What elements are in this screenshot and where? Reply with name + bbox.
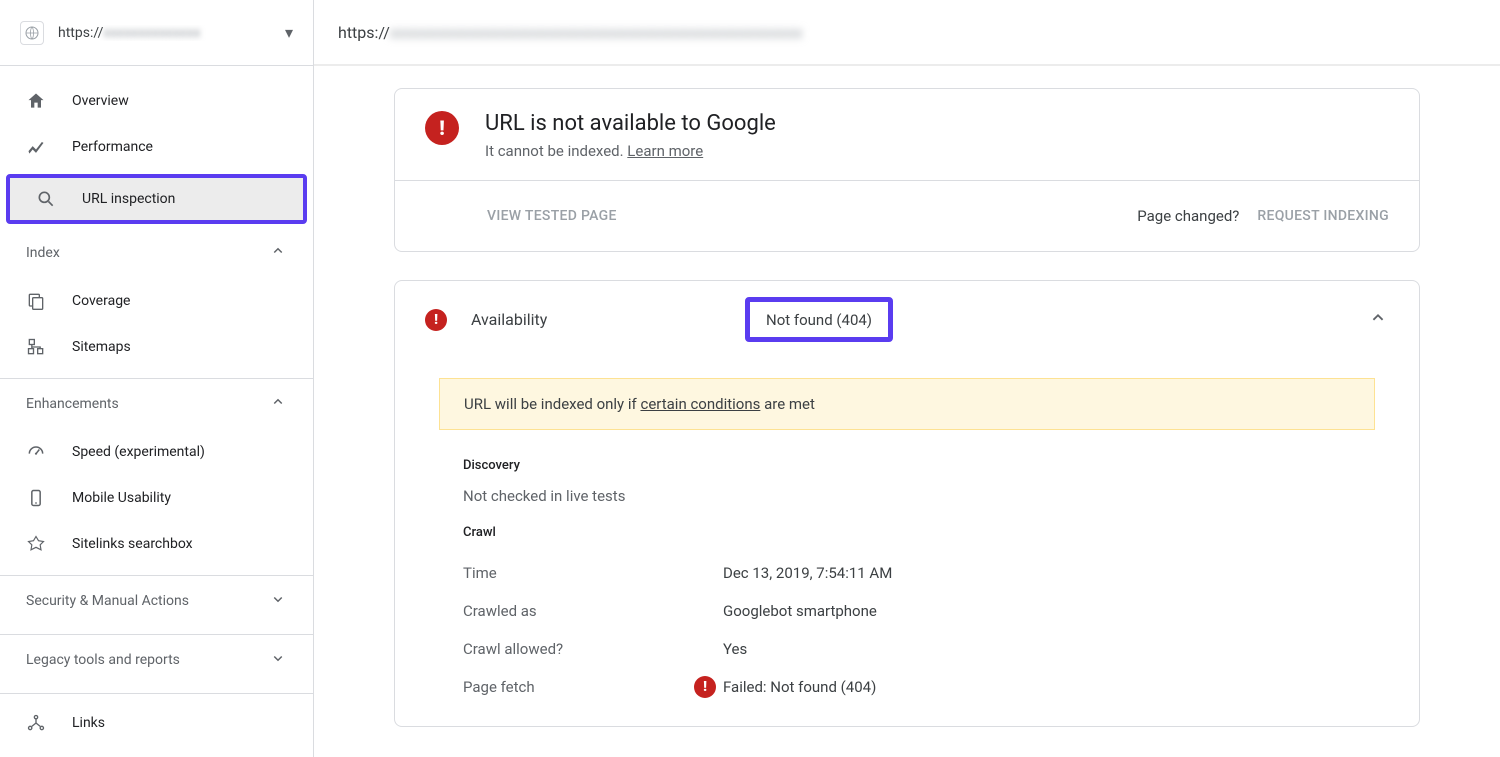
sidebar-section-legacy[interactable]: Legacy tools and reports: [0, 635, 313, 685]
indexing-notice: URL will be indexed only if certain cond…: [439, 378, 1375, 430]
property-selector[interactable]: https://xxxxxxxxxxxxxx ▾: [0, 0, 313, 66]
sidebar-item-coverage[interactable]: Coverage: [0, 278, 313, 324]
discovery-value: Not checked in live tests: [463, 487, 1375, 505]
availability-card: ! Availability Not found (404) URL will …: [394, 280, 1420, 727]
sidebar-label: Sitelinks searchbox: [72, 536, 193, 552]
sidebar-section-index[interactable]: Index: [0, 228, 313, 278]
sidebar-item-url-inspection[interactable]: URL inspection: [10, 178, 303, 220]
status-title: URL is not available to Google: [485, 111, 776, 136]
chevron-up-icon: [269, 393, 287, 415]
section-label: Enhancements: [26, 396, 119, 412]
learn-more-link[interactable]: Learn more: [627, 142, 703, 160]
main-content: https://xxxxxxxxxxxxxxxxxxxxxxxxxxxxxxxx…: [314, 0, 1500, 757]
availability-label: Availability: [471, 310, 721, 329]
url-input[interactable]: https://xxxxxxxxxxxxxxxxxxxxxxxxxxxxxxxx…: [314, 0, 1500, 66]
sidebar-item-links[interactable]: Links: [0, 700, 313, 746]
chevron-up-icon: [1367, 307, 1389, 333]
chevron-down-icon: [269, 590, 287, 612]
sidebar-label: Coverage: [72, 293, 130, 309]
sidebar-label: Sitemaps: [72, 339, 131, 355]
error-icon: !: [694, 676, 716, 698]
sidebar-label: Overview: [72, 93, 129, 109]
sidebar-label: Mobile Usability: [72, 490, 171, 506]
crawl-row-time: Time Dec 13, 2019, 7:54:11 AM: [463, 554, 1375, 592]
error-icon: !: [425, 111, 459, 145]
availability-header[interactable]: ! Availability Not found (404): [395, 281, 1419, 358]
section-label: Index: [26, 245, 60, 261]
highlight-availability-value: Not found (404): [745, 297, 893, 342]
sidebar-section-enhancements[interactable]: Enhancements: [0, 379, 313, 429]
crawl-heading: Crawl: [463, 525, 1375, 540]
sidebar-section-security[interactable]: Security & Manual Actions: [0, 576, 313, 626]
sidebar-label: Performance: [72, 139, 153, 155]
crawl-row-allowed: Crawl allowed? Yes: [463, 630, 1375, 668]
highlight-url-inspection: URL inspection: [6, 174, 307, 224]
sidebar: https://xxxxxxxxxxxxxx ▾ Overview Perfor…: [0, 0, 314, 757]
sidebar-label: Links: [72, 715, 105, 731]
view-tested-page-button[interactable]: VIEW TESTED PAGE: [487, 208, 617, 224]
sidebar-item-sitemaps[interactable]: Sitemaps: [0, 324, 313, 370]
status-card: ! URL is not available to Google It cann…: [394, 88, 1420, 252]
availability-value: Not found (404): [766, 311, 872, 329]
section-label: Security & Manual Actions: [26, 593, 189, 609]
sidebar-nav: Overview Performance URL inspection Inde…: [0, 66, 313, 746]
crawl-row-page-fetch: Page fetch ! Failed: Not found (404): [463, 668, 1375, 706]
status-subtitle: It cannot be indexed. Learn more: [485, 142, 776, 160]
page-changed-label: Page changed?: [1137, 207, 1239, 225]
sidebar-label: Speed (experimental): [72, 444, 205, 460]
section-label: Legacy tools and reports: [26, 652, 180, 668]
sidebar-label: URL inspection: [82, 191, 175, 207]
property-url: https://xxxxxxxxxxxxxx: [58, 25, 271, 41]
sidebar-item-sitelinks[interactable]: Sitelinks searchbox: [0, 521, 313, 567]
sidebar-item-overview[interactable]: Overview: [0, 78, 313, 124]
discovery-heading: Discovery: [463, 458, 1375, 473]
chevron-up-icon: [269, 242, 287, 264]
sidebar-item-mobile[interactable]: Mobile Usability: [0, 475, 313, 521]
sidebar-item-performance[interactable]: Performance: [0, 124, 313, 170]
certain-conditions-link[interactable]: certain conditions: [640, 395, 760, 413]
caret-down-icon: ▾: [285, 23, 293, 42]
chevron-down-icon: [269, 649, 287, 671]
globe-icon: [20, 21, 44, 45]
crawl-row-crawled-as: Crawled as Googlebot smartphone: [463, 592, 1375, 630]
sidebar-item-speed[interactable]: Speed (experimental): [0, 429, 313, 475]
error-icon: !: [425, 309, 447, 331]
request-indexing-button[interactable]: REQUEST INDEXING: [1257, 208, 1389, 224]
